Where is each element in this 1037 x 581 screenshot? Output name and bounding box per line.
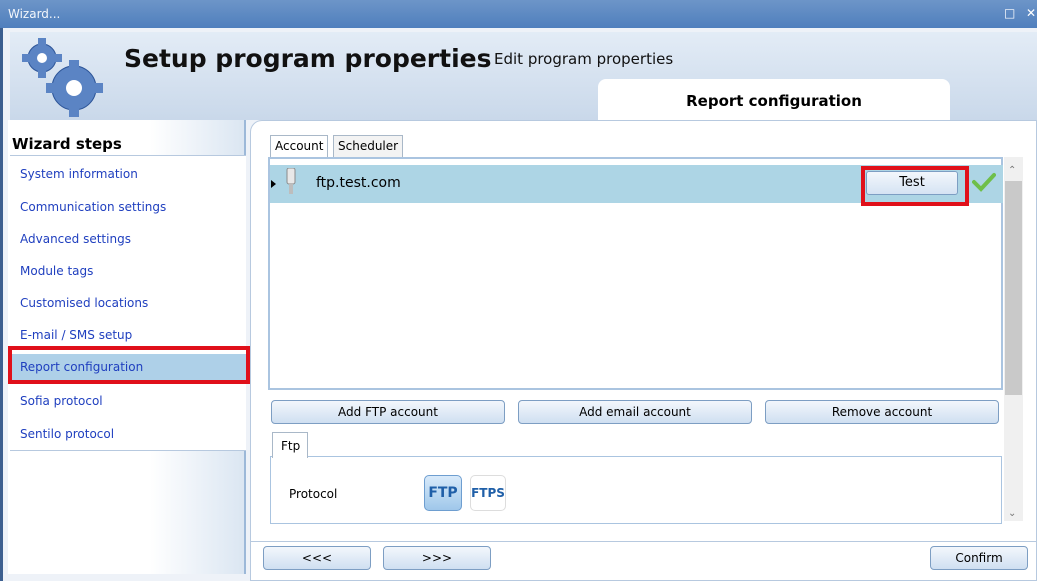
step-module-tags[interactable]: Module tags	[10, 258, 246, 284]
window-title: Wizard...	[8, 7, 61, 21]
step-email-sms-setup[interactable]: E-mail / SMS setup	[10, 322, 246, 348]
remove-account-button[interactable]: Remove account	[765, 400, 999, 424]
highlight-box	[8, 346, 250, 384]
check-icon	[972, 173, 996, 192]
step-label: E-mail / SMS setup	[20, 328, 133, 342]
tab-scheduler[interactable]: Scheduler	[333, 135, 404, 157]
step-customised-locations[interactable]: Customised locations	[10, 290, 246, 316]
divider	[250, 541, 1037, 542]
ftp-settings-panel	[270, 456, 1002, 524]
gears-icon	[22, 38, 103, 117]
step-label: Advanced settings	[20, 232, 131, 246]
ftp-plug-icon	[286, 168, 296, 194]
step-label: System information	[20, 167, 138, 181]
ftps-protocol-option[interactable]: FTPS	[470, 475, 506, 511]
protocol-label: Protocol	[289, 487, 338, 501]
scrollbar-thumb[interactable]	[1005, 181, 1022, 395]
page-subtitle: Edit program properties	[494, 50, 674, 68]
step-label: Sofia protocol	[20, 394, 103, 408]
scroll-down-icon[interactable]: ⌄	[1008, 508, 1016, 519]
row-selector-icon	[271, 180, 276, 188]
step-system-information[interactable]: System information	[10, 161, 246, 187]
previous-button[interactable]: <<<	[263, 546, 371, 570]
wizard-steps-title: Wizard steps	[12, 135, 122, 153]
section-tab: Report configuration	[598, 79, 950, 120]
step-label: Module tags	[20, 264, 94, 278]
highlight-box	[861, 166, 969, 206]
add-email-account-button[interactable]: Add email account	[518, 400, 752, 424]
page-title: Setup program properties	[124, 44, 492, 73]
account-name: ftp.test.com	[316, 175, 401, 191]
tab-ftp[interactable]: Ftp	[272, 432, 308, 458]
tab-account[interactable]: Account	[270, 135, 329, 158]
add-ftp-account-button[interactable]: Add FTP account	[271, 400, 505, 424]
step-advanced-settings[interactable]: Advanced settings	[10, 226, 246, 252]
step-sentilo-protocol[interactable]: Sentilo protocol	[10, 421, 246, 447]
ftp-protocol-option[interactable]: FTP	[424, 475, 462, 511]
step-label: Customised locations	[20, 296, 149, 310]
window-titlebar: Wizard... □ ✕	[0, 0, 1037, 28]
maximize-icon[interactable]: □	[1004, 6, 1015, 20]
step-label: Sentilo protocol	[20, 427, 115, 441]
step-communication-settings[interactable]: Communication settings	[10, 194, 246, 220]
step-sofia-protocol[interactable]: Sofia protocol	[10, 388, 246, 414]
confirm-button[interactable]: Confirm	[930, 546, 1028, 570]
step-label: Communication settings	[20, 200, 167, 214]
next-button[interactable]: >>>	[383, 546, 491, 570]
scroll-up-icon[interactable]: ⌃	[1008, 165, 1016, 176]
close-icon[interactable]: ✕	[1026, 6, 1036, 20]
